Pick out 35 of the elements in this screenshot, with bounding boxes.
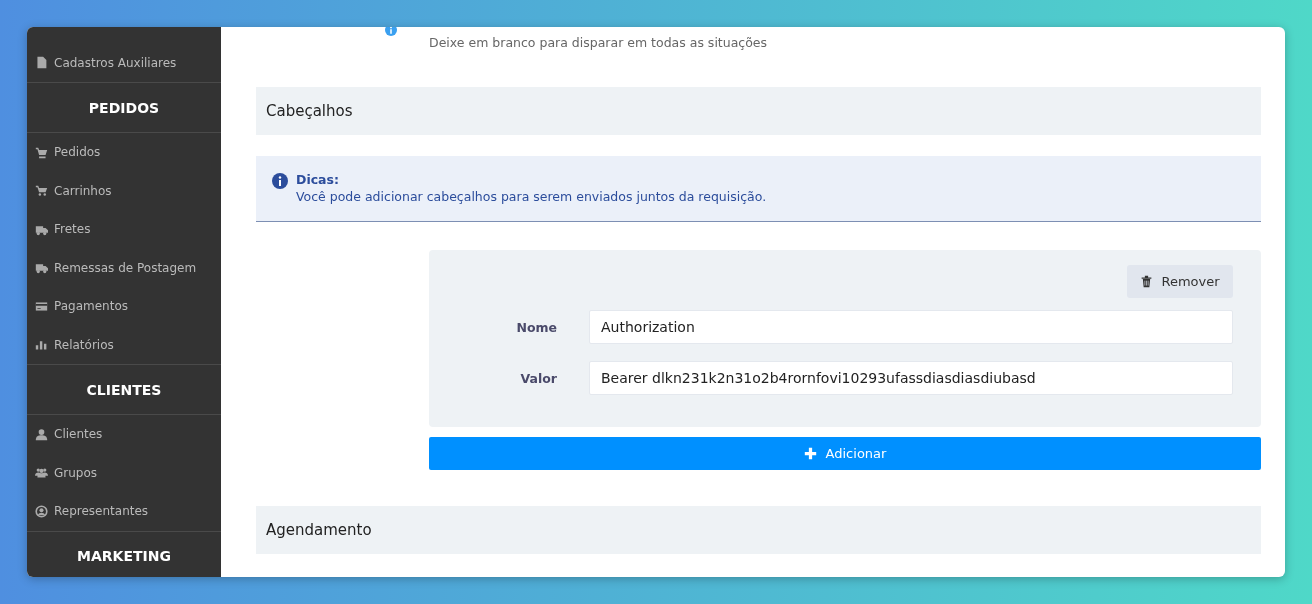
- basket-icon: [35, 145, 48, 159]
- bar-chart-icon: [35, 338, 48, 352]
- field-label: Nome: [515, 319, 558, 335]
- sidebar-item[interactable]: Remessas de Postagem: [27, 248, 221, 287]
- credit-card-icon: [35, 299, 48, 313]
- sidebar-item[interactable]: Relatórios: [27, 325, 221, 364]
- users-icon: [35, 466, 48, 480]
- section-header: Agendamento: [256, 506, 1261, 554]
- truck-icon: [35, 261, 48, 275]
- help-text: Deixe em branco para disparar em todas as situações: [429, 35, 768, 52]
- sidebar-item[interactable]: Clientes: [27, 415, 221, 454]
- cart-icon: [35, 184, 48, 198]
- tip-title: Dicas:: [296, 172, 340, 187]
- info-icon: [272, 173, 288, 189]
- tip-text: Você pode adicionar cabeçalhos para serem enviados juntos da requisição.: [296, 189, 767, 204]
- sidebar-item[interactable]: Pedidos: [27, 133, 221, 172]
- input-field[interactable]: Authorization: [589, 310, 1233, 344]
- sidebar-item[interactable]: Pagamentos: [27, 287, 221, 326]
- sidebar-section-title: PEDIDOS: [27, 82, 221, 133]
- trash-icon: [1140, 275, 1154, 288]
- sidebar-item[interactable]: Carrinhos: [27, 171, 221, 210]
- sidebar-section-title: CLIENTES: [27, 364, 221, 415]
- field-label: Valor: [519, 370, 558, 386]
- file-icon: [35, 56, 48, 70]
- sidebar-item[interactable]: Grupos: [27, 453, 221, 492]
- sidebar-item[interactable]: Representantes: [27, 492, 221, 531]
- user-icon: [35, 427, 48, 441]
- sidebar-item[interactable]: Cadastros Auxiliares: [27, 43, 221, 82]
- input-field[interactable]: Bearer dlkn231k2n31o2b4rornfovi10293ufassdiasdiasdiubasd: [589, 361, 1233, 395]
- plus-icon: [803, 447, 817, 460]
- remove-button[interactable]: Remover: [1127, 265, 1233, 298]
- user-circle-icon: [35, 504, 48, 518]
- section-header: Cabeçalhos: [256, 87, 1261, 135]
- sidebar-item[interactable]: Fretes: [27, 210, 221, 249]
- sidebar-section-title: MARKETING: [27, 530, 221, 577]
